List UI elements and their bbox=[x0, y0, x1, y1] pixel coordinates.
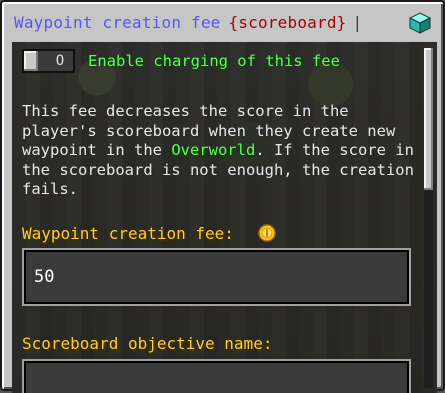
config-window: Waypoint creation fee {scoreboard} | O Ena… bbox=[0, 0, 445, 393]
fee-label: Waypoint creation fee: bbox=[22, 224, 234, 243]
gold-coin-icon bbox=[258, 224, 276, 242]
charging-toggle[interactable]: O bbox=[22, 49, 75, 73]
toggle-state: O bbox=[55, 53, 65, 69]
fee-description: This fee decreases the score in the play… bbox=[22, 102, 422, 200]
scrollbar[interactable] bbox=[424, 48, 433, 388]
scrollbar-thumb[interactable] bbox=[424, 48, 433, 190]
objective-name-input[interactable] bbox=[22, 359, 411, 393]
title-tag: {scoreboard} bbox=[228, 13, 347, 32]
toggle-knob[interactable] bbox=[24, 51, 38, 71]
enable-charging-label: Enable charging of this fee bbox=[88, 52, 340, 70]
title-separator: | bbox=[352, 13, 363, 32]
diamond-cube-icon[interactable] bbox=[409, 12, 431, 34]
window-title: Waypoint creation fee {scoreboard} | bbox=[14, 12, 362, 34]
title-text: Waypoint creation fee bbox=[14, 13, 221, 32]
settings-panel: O Enable charging of this fee This fee d… bbox=[12, 42, 437, 393]
objective-label: Scoreboard objective name: bbox=[22, 334, 273, 353]
fee-amount-input[interactable] bbox=[22, 248, 411, 306]
dimension-highlight: Overworld bbox=[171, 141, 256, 159]
